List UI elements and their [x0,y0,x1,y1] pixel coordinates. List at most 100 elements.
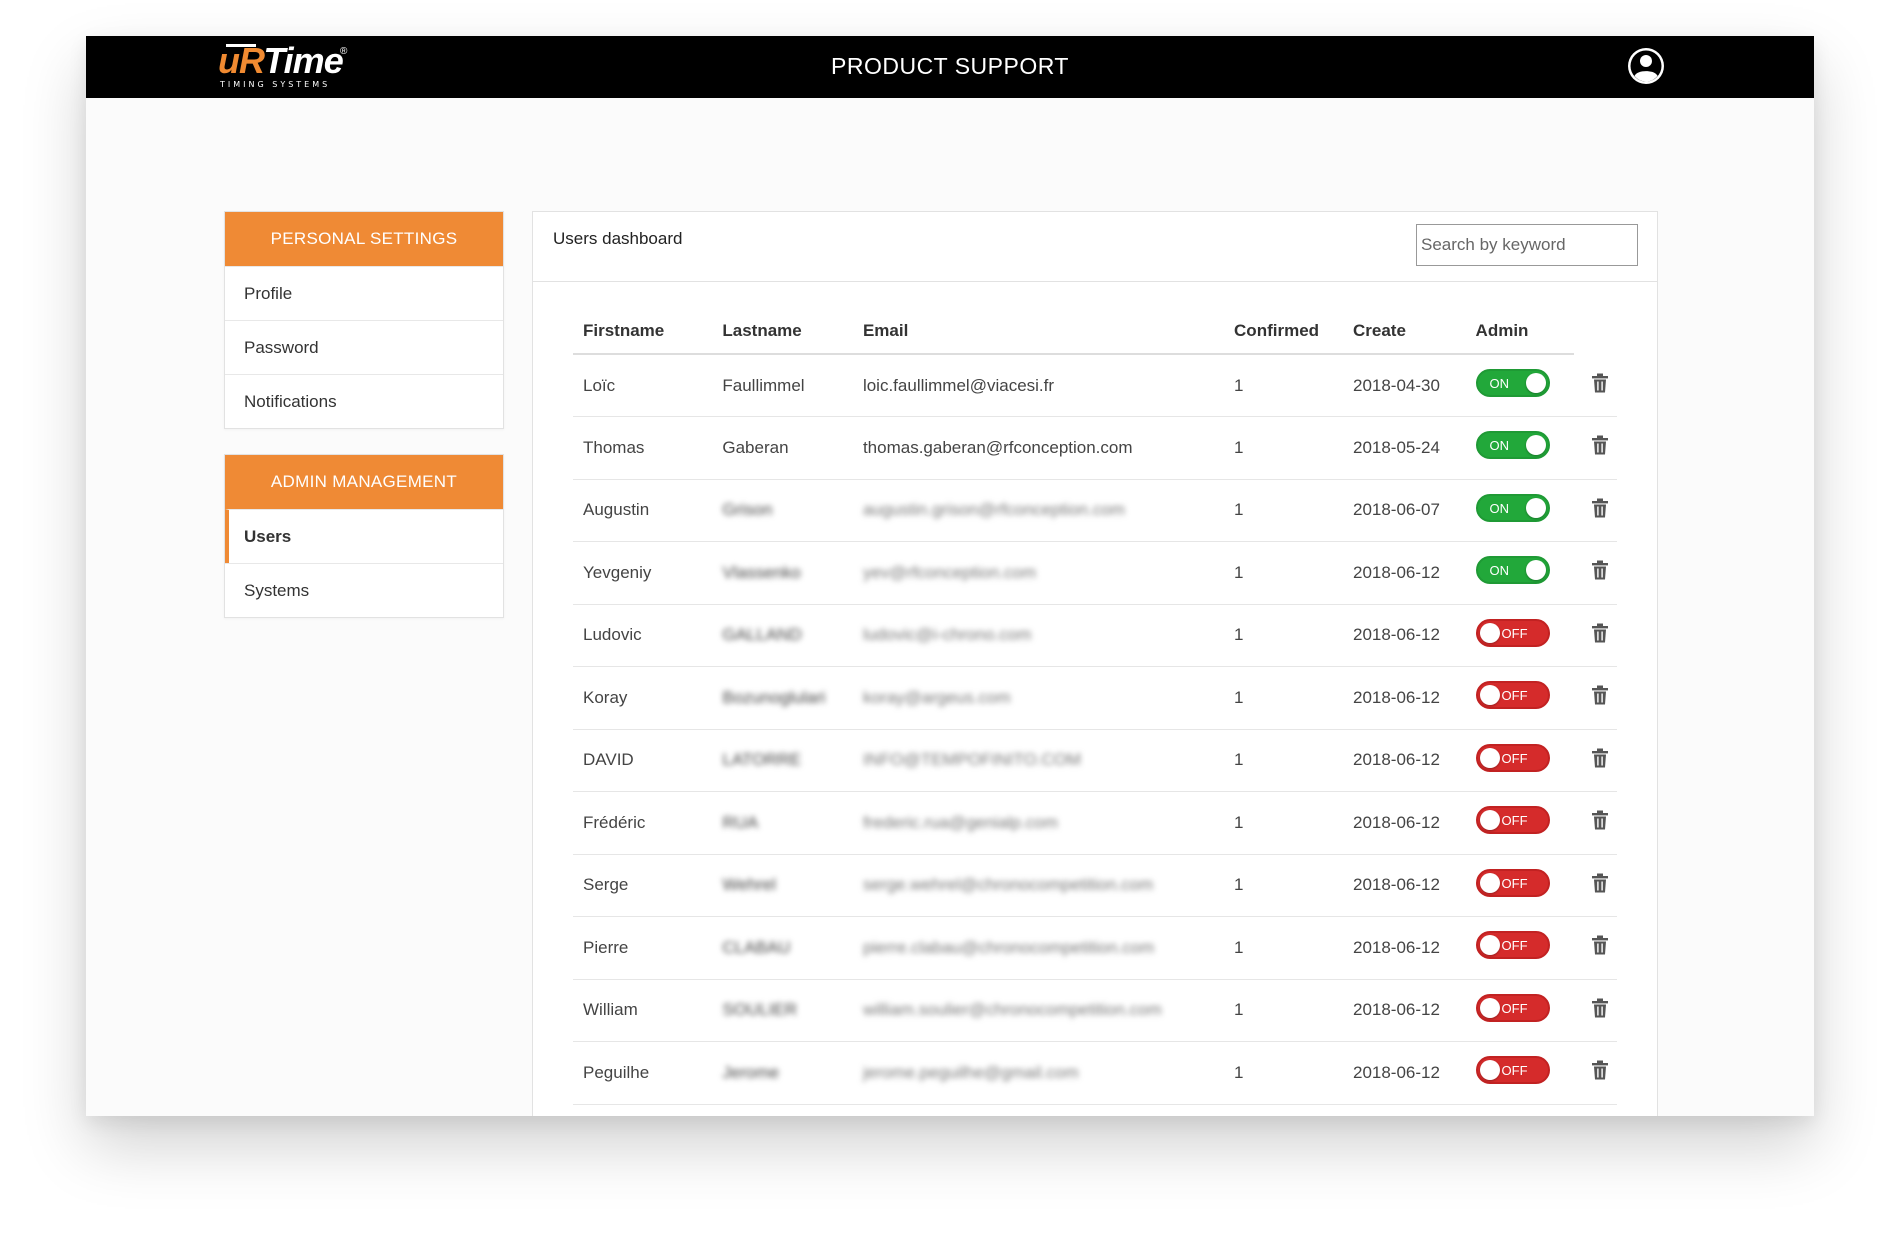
cell-confirmed: 1 [1224,479,1343,542]
cell-actions [1573,791,1617,855]
admin-toggle[interactable]: OFF [1475,868,1550,897]
column-header-email[interactable]: Email [852,308,1225,355]
sidebar-item-profile[interactable]: Profile [225,266,503,320]
cell-firstname: Ludovic [573,604,713,667]
column-header-admin[interactable]: Admin [1465,308,1574,355]
toggle-knob [1479,685,1500,706]
cell-firstname: DAVID [573,729,713,792]
trash-icon[interactable] [1591,935,1609,955]
cell-admin: ON [1465,479,1574,542]
admin-toggle[interactable]: OFF [1475,806,1550,835]
email-text: jerome.peguilhe@gmail.com [862,1062,1079,1082]
cell-firstname: Koray [573,666,713,730]
trash-icon[interactable] [1591,748,1609,768]
sidebar-item-systems[interactable]: Systems [225,563,503,617]
trash-icon[interactable] [1591,498,1609,518]
sidebar-item-notifications[interactable]: Notifications [225,374,503,428]
admin-toggle-label: OFF [1501,813,1528,829]
cell-email: loic.faullimmel@viacesi.fr [852,354,1225,417]
admin-toggle-label: OFF [1501,875,1528,891]
admin-toggle[interactable]: OFF [1475,931,1550,960]
cell-actions [1573,666,1617,730]
cell-admin: OFF [1465,1041,1574,1105]
column-header-lastname[interactable]: Lastname [712,308,853,355]
top-bar: uRTime ® TIMING SYSTEMS PRODUCT SUPPORT [86,36,1814,98]
logo-tagline: TIMING SYSTEMS [220,80,331,89]
cell-actions [1573,541,1617,605]
cell-lastname: Gaberan [712,416,853,480]
cell-confirmed: 1 [1224,854,1343,917]
toggle-knob [1525,373,1546,393]
admin-toggle[interactable]: OFF [1475,1056,1550,1085]
admin-toggle-label: OFF [1501,1000,1528,1016]
table-row[interactable]: Yevgeniy Vlassenko yev@rfconception.com 1 20… [573,541,1617,605]
admin-toggle-label: ON [1489,376,1510,391]
admin-toggle-label: OFF [1501,625,1528,641]
sidebar-item-password[interactable]: Password [225,320,503,374]
cell-firstname: Thomas [573,416,713,480]
cell-firstname: William [573,979,713,1042]
search-input[interactable] [1416,224,1638,266]
admin-toggle-label: OFF [1501,688,1528,704]
trash-icon[interactable] [1591,873,1609,893]
cell-admin: OFF [1465,979,1574,1042]
cell-admin: OFF [1465,666,1574,730]
cell-confirmed: 1 [1224,416,1343,480]
column-header-confirmed[interactable]: Confirmed [1224,308,1343,355]
cell-created: 2018-06-12 [1342,729,1466,792]
admin-toggle[interactable]: OFF [1475,993,1550,1022]
trash-icon[interactable] [1591,685,1609,705]
admin-toggle[interactable]: ON [1475,431,1550,460]
personal-settings-panel: PERSONAL SETTINGS Profile Password Notif… [224,211,504,429]
cell-firstname: Pierre [573,916,713,980]
users-table: Firstname Lastname Email Confirmed Creat… [573,308,1617,1116]
table-row[interactable]: Thomas Gaberan thomas.gaberan@rfconception… [573,416,1617,480]
table-row[interactable]: William SOULIER william.soulier@chronocomp… [573,979,1617,1042]
table-row[interactable]: Augustin Grison augustin.grison@rfconcepti… [573,479,1617,542]
trash-icon[interactable] [1591,810,1609,830]
table-row[interactable]: Peguilhe Jerome jerome.peguilhe@gmail.com 1… [573,1041,1617,1105]
toggle-knob [1479,935,1500,956]
admin-management-panel: ADMIN MANAGEMENT Users Systems [224,454,504,618]
table-row[interactable]: DAVID LATORRE INFO@TEMPOFINITO.COM 1 2018-06… [573,729,1617,792]
user-circle-icon[interactable] [1626,46,1666,86]
admin-toggle[interactable]: OFF [1475,618,1550,647]
table-row[interactable]: Serge Wehrel serge.wehrel@chronocompetitio… [573,854,1617,917]
admin-toggle[interactable]: OFF [1475,681,1550,710]
cell-lastname: RUA [712,791,853,855]
table-row[interactable]: Pierre CLABAU pierre.clabau@chronocompetit… [573,916,1617,980]
trash-icon[interactable] [1591,623,1609,643]
table-row[interactable]: Ludovic GALLAND ludovic@i-chrono.com 1 2018-… [573,604,1617,667]
toggle-knob [1479,1060,1500,1081]
email-text: william.soulier@chronocompetition.com [862,1000,1162,1020]
table-row[interactable]: Loïc Faullimmel loic.faullimmel@viacesi.fr… [573,354,1617,417]
table-row[interactable]: Frédéric RUA frederic.rua@genialp.com 1 2018… [573,791,1617,855]
admin-toggle[interactable]: ON [1475,369,1550,397]
toggle-knob [1479,872,1500,893]
cell-admin: OFF [1465,1104,1574,1116]
admin-toggle[interactable]: OFF [1475,743,1550,772]
admin-toggle-label: ON [1489,563,1510,579]
admin-toggle-label: ON [1489,500,1510,516]
admin-toggle[interactable]: ON [1475,493,1550,522]
trash-icon[interactable] [1591,998,1609,1018]
cell-firstname: Loïc [573,354,713,417]
admin-toggle-label: OFF [1501,1063,1528,1079]
cell-actions [1573,479,1617,542]
cell-lastname: CLABAU [712,916,853,980]
table-row[interactable]: GROGNOTRomaricromaric@groupchrono.fr1201… [573,1104,1617,1116]
cell-actions [1573,354,1617,417]
column-header-firstname[interactable]: Firstname [573,308,713,355]
table-row[interactable]: Koray Bozunoglulari koray@argeus.com 1 2018-… [573,666,1617,730]
trash-icon[interactable] [1591,1060,1609,1080]
admin-toggle[interactable]: ON [1475,556,1550,585]
trash-icon[interactable] [1591,560,1609,580]
cell-created: 2018-06-12 [1342,541,1466,605]
email-text: ludovic@i-chrono.com [862,625,1032,645]
cell-email: yev@rfconception.com [852,541,1225,605]
trash-icon[interactable] [1591,435,1609,455]
column-header-create[interactable]: Create [1342,308,1466,355]
cell-confirmed: 1 [1224,604,1343,667]
sidebar-item-users[interactable]: Users [225,509,503,563]
trash-icon[interactable] [1591,373,1609,393]
